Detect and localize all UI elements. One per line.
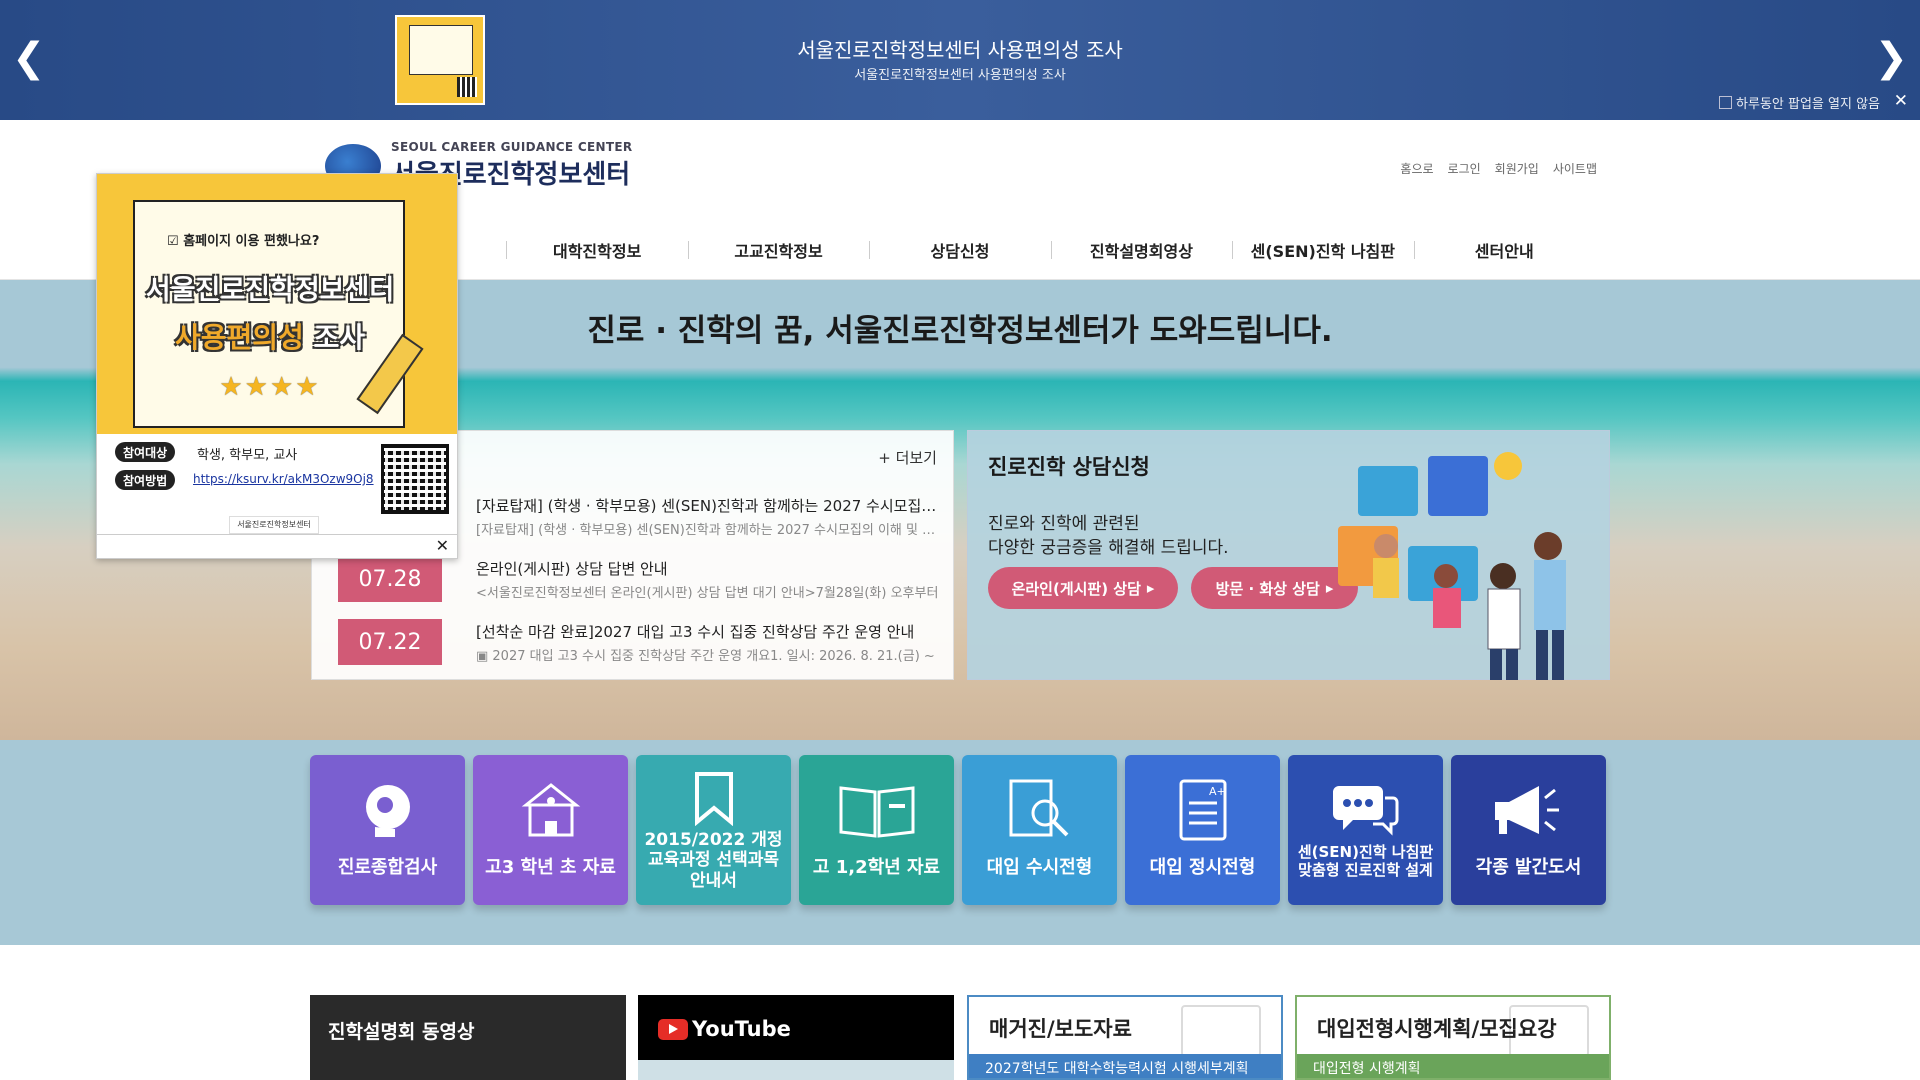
video-card-title: 진학설명회 동영상 [328, 1021, 475, 1043]
gnb-counsel[interactable]: 상담신청 [869, 238, 1050, 262]
logo-en: SEOUL CAREER GUIDANCE CENTER [391, 140, 633, 154]
util-home-link[interactable]: 홈으로 [1400, 160, 1433, 177]
open-book-icon [799, 777, 954, 843]
quick-label: 고 1,2학년 자료 [812, 857, 941, 879]
target-tag: 참여대상 [115, 442, 176, 462]
util-join-link[interactable]: 회원가입 [1495, 160, 1539, 177]
method-tag: 참여방법 [115, 470, 176, 490]
popup-footer: ✕ [97, 534, 457, 558]
quick-label: 대입 수시전형 [986, 857, 1093, 879]
notice-summary: <서울진로진학정보센터 온라인(게시판) 상담 답변 대기 안내>7월28일(화… [476, 586, 939, 601]
notice-date: 07.22 [338, 619, 442, 665]
bookmark-icon [636, 765, 791, 831]
counsel-title: 진로진학 상담신청 [988, 455, 1150, 479]
notice-summary: [자료탑재] (학생 · 학부모용) 센(SEN)진학과 함께하는 2027 수… [476, 523, 946, 538]
popup-question-text: 홈페이지 이용 편했나요? [183, 234, 320, 249]
popup-mini-logo: 서울진로진학정보센터 [229, 516, 319, 534]
quick-grade12-materials[interactable]: 고 1,2학년 자료 [799, 755, 954, 905]
chat-icon [1288, 777, 1443, 843]
popup-title-line1: 서울진로진학정보센터 [145, 275, 395, 306]
popup-close-icon[interactable]: ✕ [436, 536, 449, 555]
quick-regular-admission[interactable]: A+ 대입 정시전형 [1125, 755, 1280, 905]
search-doc-icon [962, 777, 1117, 843]
arrow-right-icon: ▸ [1146, 579, 1155, 597]
qr-code-pattern [385, 448, 445, 510]
admission-item[interactable]: 대입전형 시행계획 [1297, 1054, 1609, 1078]
no-popup-checkbox[interactable] [1719, 96, 1733, 109]
target-value: 학생, 학부모, 교사 [197, 448, 298, 463]
quick-career-test[interactable]: 진로종합검사 [310, 755, 465, 905]
school-icon [473, 777, 628, 843]
notice-summary: ▣ 2027 대입 고3 수시 집중 진학상담 주간 운영 개요1. 일시: 2… [476, 649, 935, 664]
admission-card-title: 대입전형시행계획/모집요강 [1317, 1017, 1557, 1041]
book-icon [1181, 1005, 1261, 1057]
checkbox-icon: ☑ [167, 234, 184, 249]
admission-plan-card[interactable]: 대입전형시행계획/모집요강 대입전형 시행계획 [1295, 995, 1611, 1080]
util-sitemap-link[interactable]: 사이트맵 [1553, 160, 1597, 177]
gnb-highschool-info[interactable]: 고교진학정보 [687, 238, 869, 262]
quick-publications[interactable]: 각종 발간도서 [1451, 755, 1606, 905]
quick-sen-compass[interactable]: 센(SEN)진학 나침판 맞춤형 진로진학 설계 [1288, 755, 1443, 905]
utility-links: 홈으로 로그인 회원가입 사이트맵 [1400, 160, 1597, 177]
quick-label: 고3 학년 초 자료 [485, 857, 616, 879]
quick-label: 대입 정시전형 [1149, 857, 1256, 879]
notice-title[interactable]: 온라인(게시판) 상담 답변 안내 [476, 558, 946, 579]
svg-text:A+: A+ [1209, 785, 1226, 798]
youtube-play-icon [658, 1018, 688, 1040]
notice-more-link[interactable]: + 더보기 [878, 447, 937, 468]
gnb-sen-compass[interactable]: 센(SEN)진학 나침판 [1232, 238, 1413, 262]
popup-title-highlight: 사용편의성 [174, 321, 304, 354]
gnb-university-info[interactable]: 대학진학정보 [506, 238, 687, 262]
main-navigation: 진로검사 대학진학정보 고교진학정보 상담신청 진학설명회영상 센(SEN)진학… [325, 220, 1595, 280]
notice-item[interactable]: 07.28 온라인(게시판) 상담 답변 안내 <서울진로진학정보센터 온라인(… [326, 556, 941, 606]
survey-link[interactable]: https://ksurv.kr/akM3Ozw9Oj8 [193, 472, 374, 486]
youtube-label: YouTube [692, 1017, 791, 1041]
notice-title[interactable]: [자료탑재] (학생 · 학부모용) 센(SEN)진학과 함께하는 2027 수… [476, 495, 946, 516]
notice-title[interactable]: [선착순 마감 완료]2027 대입 고3 수시 집중 진학상담 주간 운영 안… [476, 621, 946, 642]
megaphone-icon [1451, 777, 1606, 843]
notice-date: 07.28 [338, 556, 442, 602]
quick-curriculum-guide[interactable]: 2015/2022 개정 교육과정 선택과목 안내서 [636, 755, 791, 905]
quick-early-admission[interactable]: 대입 수시전형 [962, 755, 1117, 905]
popup-question: ☑ 홈페이지 이용 편했나요? [167, 230, 319, 249]
quick-label: 각종 발간도서 [1475, 857, 1582, 879]
popup-title-line2: 사용편의성 조사 [135, 316, 405, 356]
magazine-item[interactable]: 2027학년도 대학수학능력시험 시행세부계획 [969, 1054, 1281, 1078]
popup-title-rest: 조사 [313, 321, 366, 354]
banner-title[interactable]: 서울진로진학정보센터 사용편의성 조사 [0, 34, 1920, 63]
magazine-card[interactable]: 매거진/보도자료 2027학년도 대학수학능력시험 시행세부계획 [967, 995, 1283, 1080]
youtube-logo: YouTube [658, 1017, 791, 1041]
counsel-illustration [1338, 452, 1566, 680]
gnb-center-info[interactable]: 센터안내 [1413, 238, 1595, 262]
report-icon: A+ [1125, 777, 1280, 843]
survey-popup: ☑ 홈페이지 이용 편했나요? 서울진로진학정보센터 사용편의성 조사 ★★★★… [96, 173, 458, 559]
banner-close-icon[interactable]: ✕ [1894, 91, 1908, 111]
youtube-strip [638, 1060, 954, 1080]
quick-grade3-materials[interactable]: 고3 학년 초 자료 [473, 755, 628, 905]
magazine-card-title: 매거진/보도자료 [989, 1017, 1132, 1041]
util-login-link[interactable]: 로그인 [1448, 160, 1481, 177]
banner-subtitle: 서울진로진학정보센터 사용편의성 조사 [854, 68, 1066, 83]
online-counsel-button[interactable]: 온라인(게시판) 상담 ▸ [988, 567, 1178, 609]
popup-info: 참여대상 학생, 학부모, 교사 참여방법 https://ksurv.kr/a… [97, 434, 457, 534]
no-popup-label: 하루동안 팝업을 열지 않음 [1736, 97, 1880, 112]
notice-item[interactable]: 07.22 [선착순 마감 완료]2027 대입 고3 수시 집중 진학상담 주… [326, 619, 941, 669]
quick-menu-area [0, 740, 1920, 945]
quick-label: 진로종합검사 [337, 857, 438, 879]
popup-artwork[interactable]: ☑ 홈페이지 이용 편했나요? 서울진로진학정보센터 사용편의성 조사 ★★★★ [97, 174, 457, 434]
head-icon [310, 777, 465, 843]
quick-label: 센(SEN)진학 나침판 맞춤형 진로진학 설계 [1297, 843, 1434, 879]
briefing-video-card[interactable]: 진학설명회 동영상 [310, 995, 626, 1080]
quick-label: 2015/2022 개정 교육과정 선택과목 안내서 [644, 829, 783, 891]
no-popup-today[interactable]: 하루동안 팝업을 열지 않음 [1719, 93, 1880, 112]
counsel-desc-line1: 진로와 진학에 관련된 [988, 514, 1140, 534]
online-counsel-label: 온라인(게시판) 상담 [1011, 579, 1141, 598]
banner-next-button[interactable]: ❯ [1874, 38, 1908, 78]
counsel-desc-line2: 다양한 궁금증을 해결해 드립니다. [988, 538, 1229, 558]
top-popup-banner: ❮ 서울진로진학정보센터 사용편의성 조사 서울진로진학정보센터 사용편의성 조… [0, 0, 1920, 120]
gnb-briefing-video[interactable]: 진학설명회영상 [1050, 238, 1232, 262]
youtube-card[interactable]: YouTube [638, 995, 954, 1080]
bottom-section [0, 945, 1920, 1080]
counsel-box: 진로진학 상담신청 진로와 진학에 관련된 다양한 궁금증을 해결해 드립니다.… [967, 430, 1610, 680]
